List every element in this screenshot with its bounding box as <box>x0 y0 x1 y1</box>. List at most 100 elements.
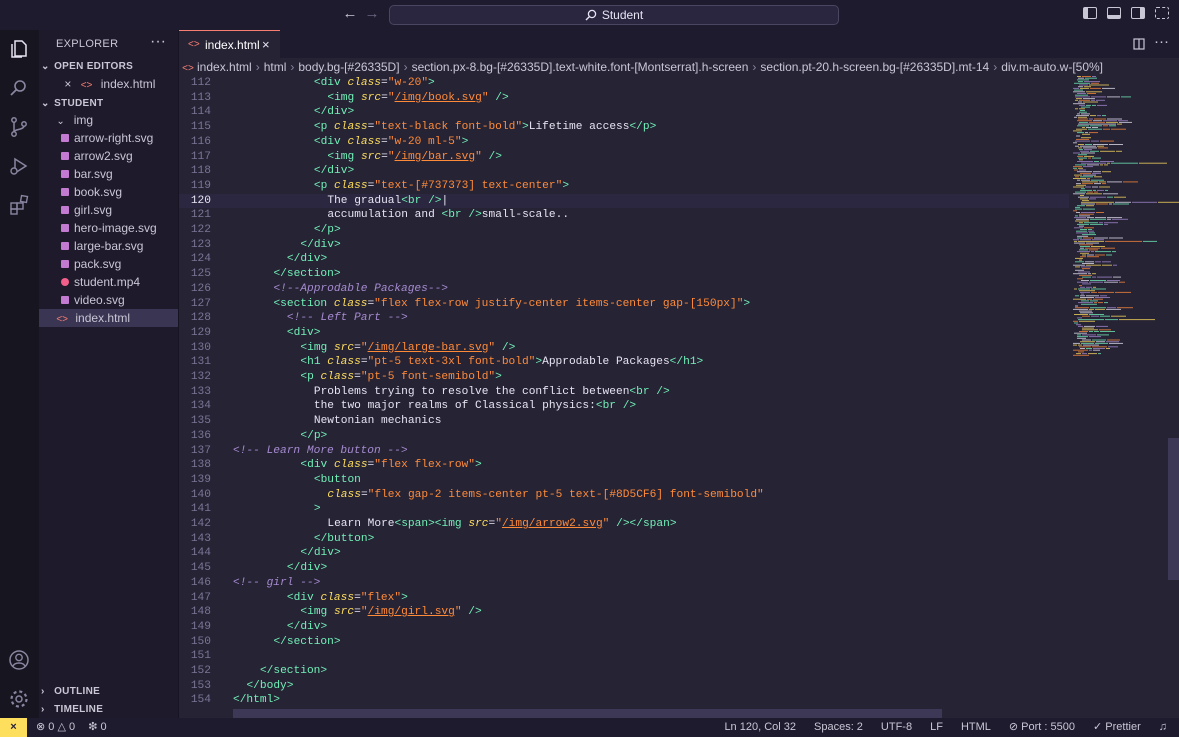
command-center-search[interactable]: Student <box>389 5 839 25</box>
file-item[interactable]: hero-image.svg <box>39 219 178 237</box>
language-mode[interactable]: HTML <box>961 718 991 737</box>
code-line[interactable]: 112 <div class="w-20"> <box>179 76 1069 91</box>
tab-index-html[interactable]: <> index.html × <box>179 30 280 58</box>
code-line[interactable]: 153 </body> <box>179 679 1069 694</box>
file-item[interactable]: arrow-right.svg <box>39 129 178 147</box>
breadcrumb-item[interactable]: html <box>264 60 287 74</box>
code-line[interactable]: 145 </div> <box>179 561 1069 576</box>
code-line[interactable]: 133 Problems trying to resolve the confli… <box>179 385 1069 400</box>
prettier-status[interactable]: ✓ Prettier <box>1093 718 1141 737</box>
breadcrumb-item[interactable]: body.bg-[#26335D] <box>298 60 399 74</box>
code-view[interactable]: 112 <div class="w-20"> 113 <img src="/img/b… <box>179 76 1069 708</box>
open-editor-item[interactable]: × <> index.html <box>39 75 178 93</box>
code-line[interactable]: 150 </section> <box>179 635 1069 650</box>
code-line[interactable]: 114 </div> <box>179 105 1069 120</box>
code-line[interactable]: 138 <div class="flex flex-row"> <box>179 458 1069 473</box>
breadcrumb-item[interactable]: index.html <box>197 60 252 74</box>
cursor-position[interactable]: Ln 120, Col 32 <box>724 718 796 737</box>
source-control-icon[interactable] <box>8 116 30 138</box>
student-folder-header[interactable]: ⌄ STUDENT <box>41 98 103 109</box>
code-line[interactable]: 142 Learn More<span><img src="/img/arrow2… <box>179 517 1069 532</box>
code-line[interactable]: 125 </section> <box>179 267 1069 282</box>
toggle-primary-sidebar-icon[interactable] <box>1083 7 1097 19</box>
horizontal-scrollbar-thumb[interactable] <box>233 709 942 718</box>
file-item[interactable]: book.svg <box>39 183 178 201</box>
code-line[interactable]: 115 <p class="text-black font-bold">Lifet… <box>179 120 1069 135</box>
code-line[interactable]: 149 </div> <box>179 620 1069 635</box>
bell-icon[interactable]: ♫ <box>1159 718 1167 737</box>
explorer-icon[interactable] <box>8 38 30 60</box>
breadcrumb-item[interactable]: div.m-auto.w-[50%] <box>1001 60 1103 74</box>
sidebar-more-actions-icon[interactable]: ··· <box>150 33 166 51</box>
code-line[interactable]: 126 <!--Approdable Packages--> <box>179 282 1069 297</box>
file-item[interactable]: girl.svg <box>39 201 178 219</box>
settings-gear-icon[interactable] <box>8 688 30 710</box>
code-line[interactable]: 128 <!-- Left Part --> <box>179 311 1069 326</box>
vertical-scrollbar-thumb[interactable] <box>1168 438 1179 580</box>
outline-header[interactable]: › OUTLINE <box>41 686 100 697</box>
code-line[interactable]: 131 <h1 class="pt-5 text-3xl font-bold">A… <box>179 355 1069 370</box>
remote-indicator-icon[interactable]: × <box>0 718 27 737</box>
code-line[interactable]: 113 <img src="/img/book.svg" /> <box>179 91 1069 106</box>
code-line[interactable]: 139 <button <box>179 473 1069 488</box>
code-line[interactable]: 151 <box>179 649 1069 664</box>
open-editors-header[interactable]: ⌄ OPEN EDITORS <box>41 61 133 72</box>
problems-indicator[interactable]: ⊗ 0 △ 0 ❇ 0 <box>36 718 107 737</box>
code-line[interactable]: 132 <p class="pt-5 font-semibold"> <box>179 370 1069 385</box>
toggle-panel-icon[interactable] <box>1107 7 1121 19</box>
breadcrumb-item[interactable]: section.px-8.bg-[#26335D].text-white.fon… <box>412 60 749 74</box>
code-line[interactable]: 140 class="flex gap-2 items-center pt-5 t… <box>179 488 1069 503</box>
code-line[interactable]: 122 </p> <box>179 223 1069 238</box>
file-item[interactable]: video.svg <box>39 291 178 309</box>
code-line[interactable]: 154 </html> <box>179 693 1069 708</box>
toggle-secondary-sidebar-icon[interactable] <box>1131 7 1145 19</box>
code-line[interactable]: 134 the two major realms of Classical phy… <box>179 399 1069 414</box>
code-line[interactable]: 135 Newtonian mechanics <box>179 414 1069 429</box>
code-line[interactable]: 117 <img src="/img/bar.svg" /> <box>179 150 1069 165</box>
code-line[interactable]: 144 </div> <box>179 546 1069 561</box>
code-line[interactable]: 146 <!-- girl --> <box>179 576 1069 591</box>
file-item[interactable]: arrow2.svg <box>39 147 178 165</box>
code-line[interactable]: 116 <div class="w-20 ml-5"> <box>179 135 1069 150</box>
breadcrumb-item[interactable]: section.pt-20.h-screen.bg-[#26335D].mt-1… <box>760 60 989 74</box>
file-item[interactable]: pack.svg <box>39 255 178 273</box>
code-line[interactable]: 123 </div> <box>179 238 1069 253</box>
file-index-html[interactable]: <> index.html <box>39 309 178 327</box>
code-line[interactable]: 118 </div> <box>179 164 1069 179</box>
back-arrow-icon[interactable]: ← <box>342 6 358 22</box>
customize-layout-icon[interactable] <box>1155 7 1169 19</box>
code-line[interactable]: 129 <div> <box>179 326 1069 341</box>
folder-img[interactable]: ⌄ img <box>39 111 178 129</box>
file-item[interactable]: large-bar.svg <box>39 237 178 255</box>
accounts-icon[interactable] <box>8 649 30 671</box>
code-line[interactable]: 127 <section class="flex flex-row justify… <box>179 297 1069 312</box>
timeline-header[interactable]: › TIMELINE <box>41 704 103 715</box>
code-line[interactable]: 124 </div> <box>179 252 1069 267</box>
search-icon[interactable] <box>8 77 30 99</box>
code-line[interactable]: 119 <p class="text-[#737373] text-center"… <box>179 179 1069 194</box>
run-and-debug-icon[interactable] <box>8 155 30 177</box>
live-server-port[interactable]: ⊘ Port : 5500 <box>1009 718 1075 737</box>
code-line[interactable]: 130 <img src="/img/large-bar.svg" /> <box>179 341 1069 356</box>
forward-arrow-icon[interactable]: → <box>364 6 380 22</box>
code-line[interactable]: 143 </button> <box>179 532 1069 547</box>
code-line[interactable]: 137 <!-- Learn More button --> <box>179 444 1069 459</box>
close-icon[interactable]: × <box>64 77 71 91</box>
code-line[interactable]: 152 </section> <box>179 664 1069 679</box>
code-line[interactable]: 121 accumulation and <br />small-scale.. <box>179 208 1069 223</box>
code-line[interactable]: 147 <div class="flex"> <box>179 591 1069 606</box>
encoding[interactable]: UTF-8 <box>881 718 912 737</box>
minimap[interactable] <box>1069 76 1179 708</box>
file-item[interactable]: student.mp4 <box>39 273 178 291</box>
extensions-icon[interactable] <box>8 194 30 216</box>
file-item[interactable]: bar.svg <box>39 165 178 183</box>
code-line[interactable]: 136 </p> <box>179 429 1069 444</box>
code-line[interactable]: 141 > <box>179 502 1069 517</box>
close-icon[interactable]: × <box>262 37 270 52</box>
more-actions-icon[interactable]: ··· <box>1154 33 1169 50</box>
code-line[interactable]: 148 <img src="/img/girl.svg" /> <box>179 605 1069 620</box>
code-line[interactable]: 120 The gradual<br />| <box>179 193 1069 209</box>
indentation[interactable]: Spaces: 2 <box>814 718 863 737</box>
end-of-line[interactable]: LF <box>930 718 943 737</box>
split-editor-icon[interactable] <box>1133 38 1145 50</box>
